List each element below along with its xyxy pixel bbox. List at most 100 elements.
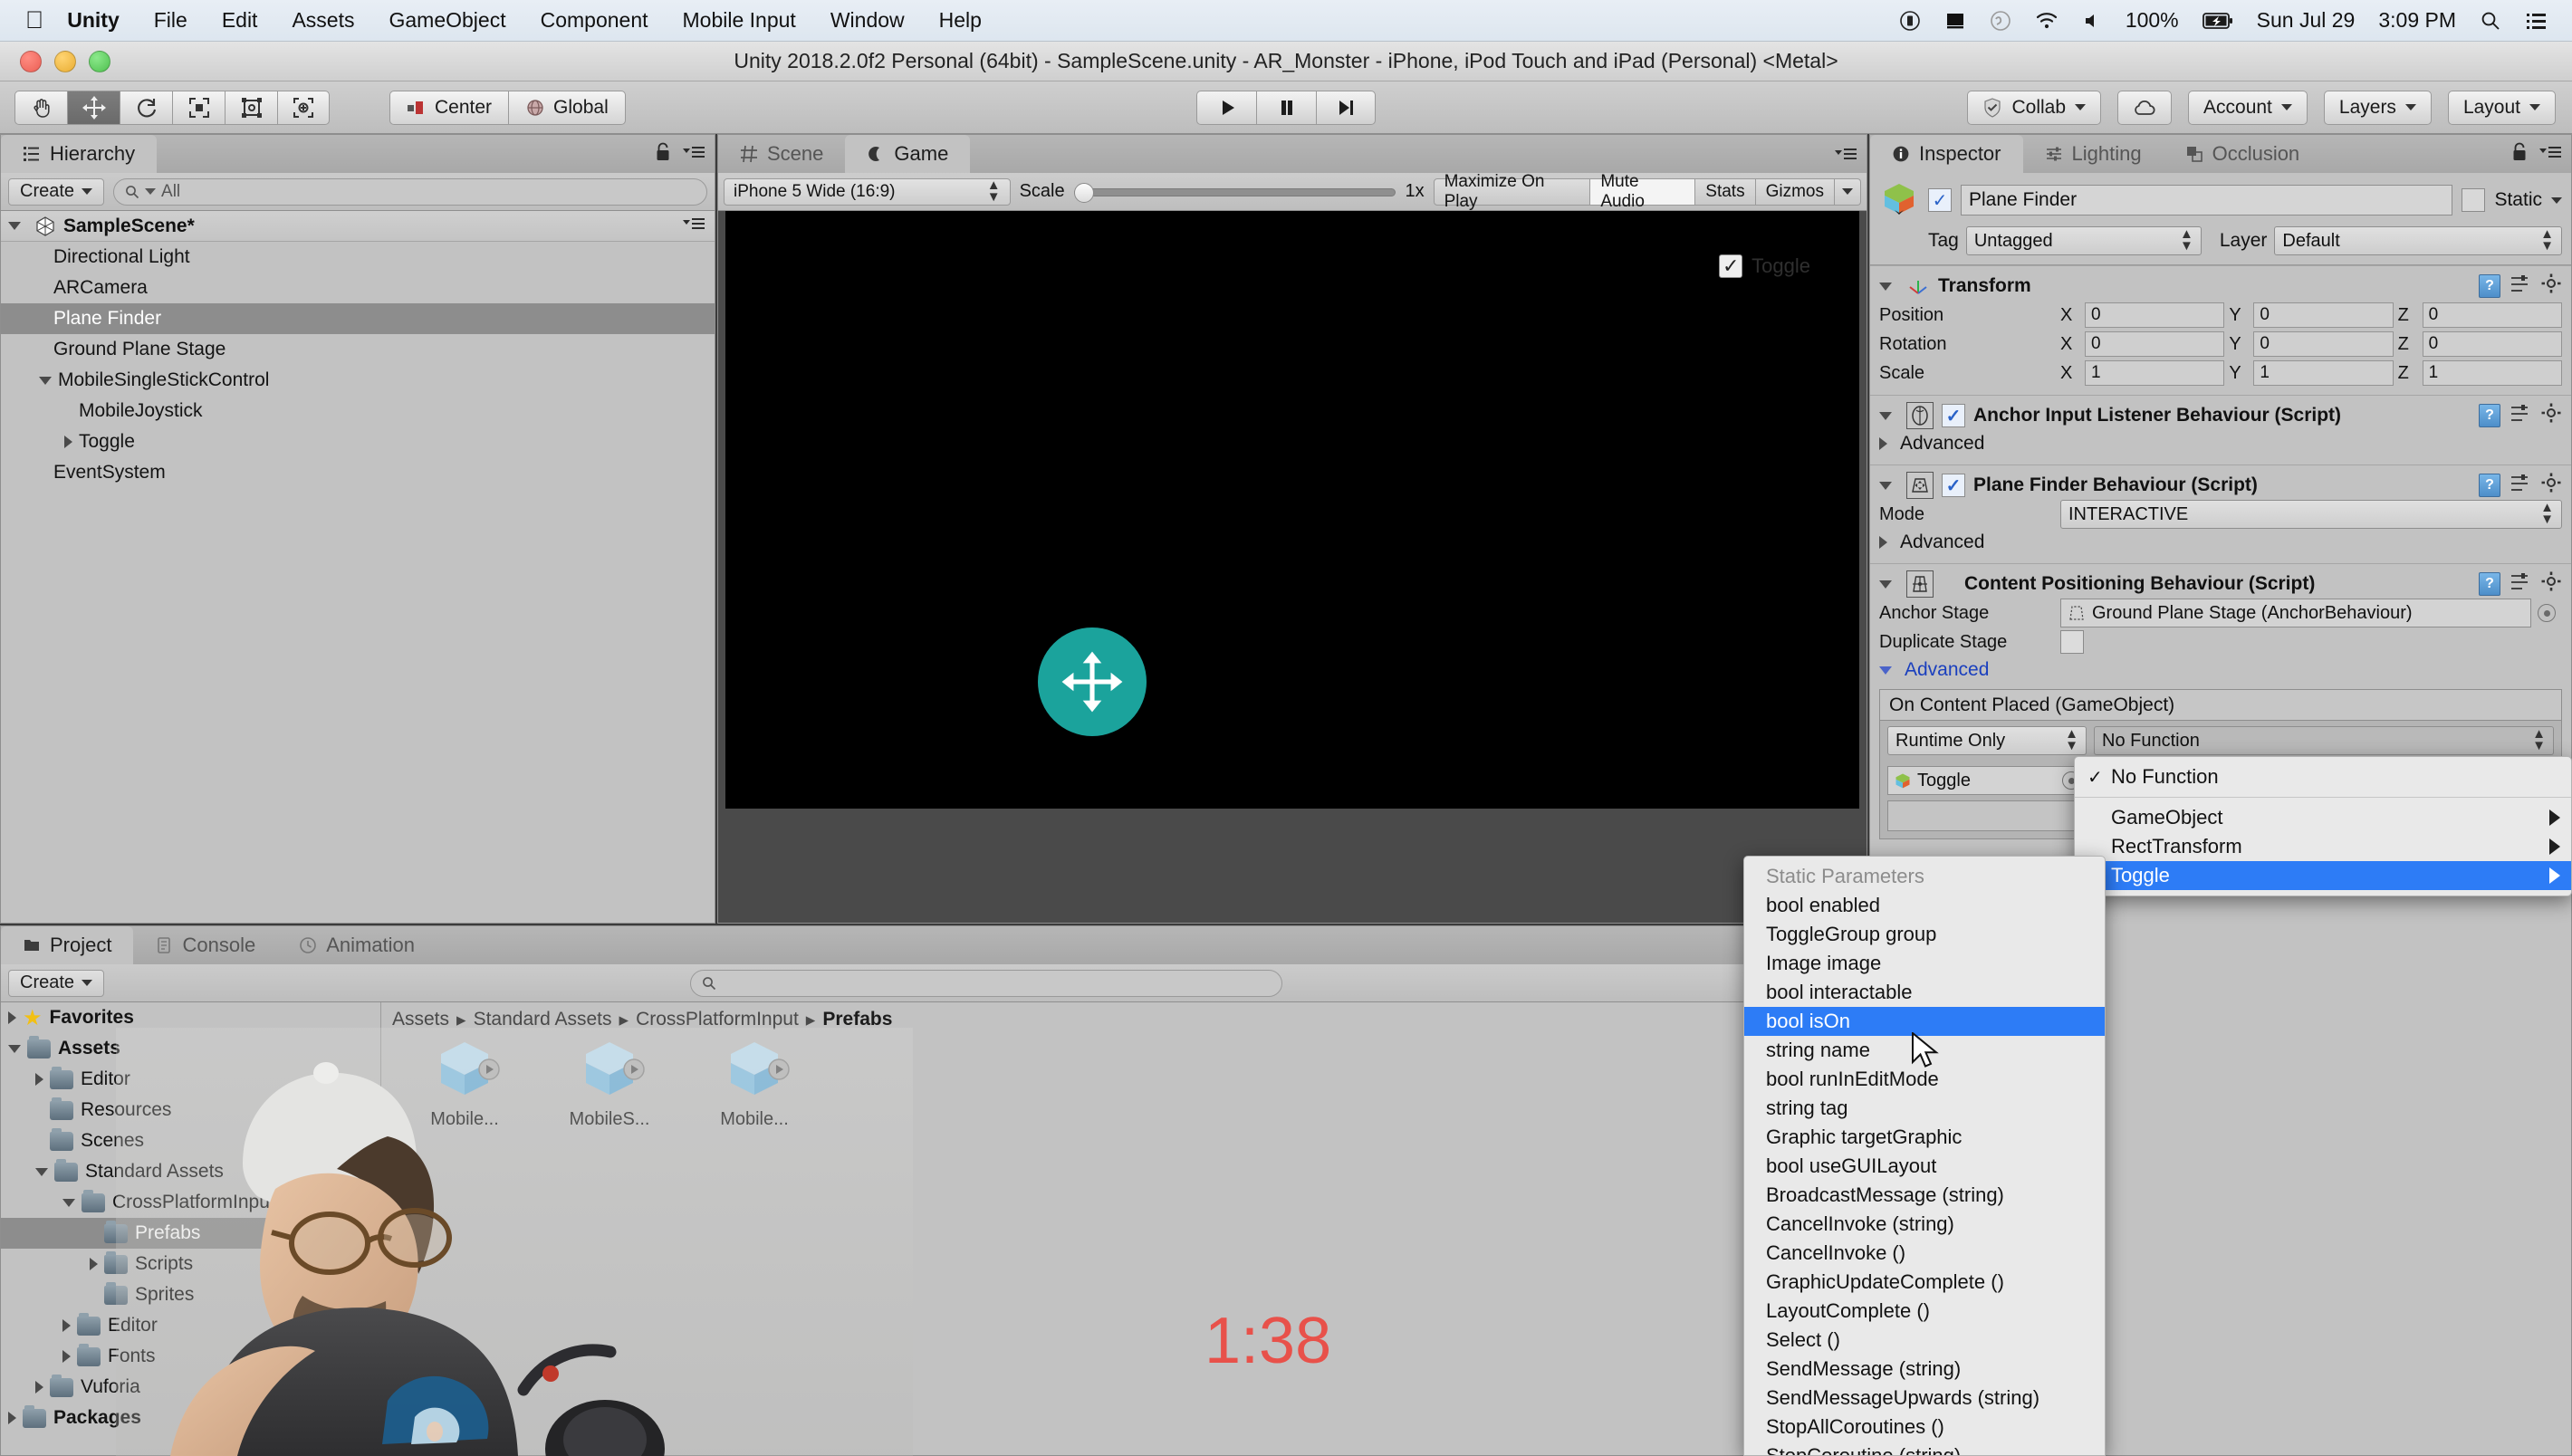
layer-dropdown[interactable]: Default ▲ ▼ — [2274, 226, 2562, 255]
menu-component[interactable]: Component — [541, 8, 648, 33]
help-icon[interactable]: ? — [2479, 572, 2500, 596]
rotate-tool-button[interactable] — [120, 90, 172, 125]
submenu-item-togglegroup-group[interactable]: ToggleGroup group — [1744, 920, 2105, 949]
volume-icon[interactable] — [2082, 11, 2102, 31]
account-button[interactable]: Account — [2188, 90, 2308, 125]
game-screen[interactable]: ✓ Toggle — [725, 211, 1859, 809]
project-folder-assets[interactable]: Assets — [1, 1033, 380, 1064]
hierarchy-item-plane-finder[interactable]: Plane Finder — [1, 303, 715, 334]
tab-hierarchy[interactable]: Hierarchy — [1, 135, 158, 173]
submenu-item-bool-useguilayout[interactable]: bool useGUILayout — [1744, 1152, 2105, 1181]
gear-icon[interactable] — [2540, 570, 2562, 598]
help-icon[interactable]: ? — [2479, 274, 2500, 298]
menu-assets[interactable]: Assets — [292, 8, 354, 33]
menu-item-gameobject[interactable]: GameObject — [2075, 803, 2571, 832]
menu-item-toggle[interactable]: Toggle — [2075, 861, 2571, 890]
menu-window[interactable]: Window — [830, 8, 905, 33]
tab-console[interactable]: Console — [133, 926, 277, 964]
submenu-item-stopallcoroutines[interactable]: StopAllCoroutines () — [1744, 1413, 2105, 1442]
project-create-button[interactable]: Create — [8, 969, 105, 997]
menu-mobile-input[interactable]: Mobile Input — [683, 8, 796, 33]
content-positioning-advanced[interactable]: Advanced — [1879, 656, 2562, 684]
tab-scene[interactable]: Scene — [718, 135, 845, 173]
rotation-y-input[interactable]: 0 — [2253, 331, 2394, 357]
menu-item-no-function[interactable]: ✓ No Function — [2075, 762, 2571, 791]
chevron-down-icon[interactable] — [35, 1167, 48, 1176]
breadcrumb-item[interactable]: Standard Assets — [474, 1009, 612, 1030]
chevron-right-icon[interactable] — [64, 436, 72, 448]
pause-button[interactable] — [1256, 90, 1316, 125]
apple-icon[interactable]:  — [25, 8, 43, 33]
help-icon[interactable]: ? — [2479, 404, 2500, 427]
preset-icon[interactable] — [2510, 570, 2531, 598]
tab-inspector[interactable]: Inspector — [1870, 135, 2023, 173]
gameobject-name-input[interactable]: Plane Finder — [1961, 185, 2453, 216]
submenu-item-string-tag[interactable]: string tag — [1744, 1094, 2105, 1123]
asset-item[interactable]: MobileS... — [559, 1037, 660, 1130]
breadcrumb-item[interactable]: Assets — [392, 1009, 449, 1030]
tab-lighting[interactable]: Lighting — [2023, 135, 2164, 173]
project-folder-fonts[interactable]: Fonts — [1, 1341, 380, 1372]
submenu-item-select[interactable]: Select () — [1744, 1326, 2105, 1355]
notification-center-icon[interactable] — [2525, 11, 2548, 31]
chevron-right-icon[interactable] — [62, 1319, 71, 1332]
layers-button[interactable]: Layers — [2323, 90, 2432, 125]
position-x-input[interactable]: 0 — [2085, 302, 2225, 328]
hierarchy-item-toggle[interactable]: Toggle — [1, 426, 715, 457]
submenu-item-cancelinvoke[interactable]: CancelInvoke () — [1744, 1239, 2105, 1268]
submenu-item-graphicupdatecomplete[interactable]: GraphicUpdateComplete () — [1744, 1268, 2105, 1297]
hierarchy-search-input[interactable]: All — [113, 177, 707, 206]
project-folder-scenes[interactable]: Scenes — [1, 1126, 380, 1156]
chevron-right-icon[interactable] — [8, 1412, 16, 1424]
scale-y-input[interactable]: 1 — [2253, 360, 2394, 386]
submenu-item-bool-enabled[interactable]: bool enabled — [1744, 891, 2105, 920]
spotlight-search-icon[interactable] — [2480, 10, 2501, 32]
chevron-down-icon[interactable] — [39, 376, 52, 385]
scene-menu-icon[interactable] — [682, 216, 705, 237]
wifi-icon[interactable] — [2035, 11, 2059, 31]
chevron-right-icon[interactable] — [90, 1258, 98, 1270]
tab-animation[interactable]: Animation — [277, 926, 437, 964]
project-folder-packages[interactable]: Packages — [1, 1403, 380, 1433]
preset-icon[interactable] — [2510, 273, 2531, 300]
tab-game[interactable]: Game — [845, 135, 971, 173]
preset-icon[interactable] — [2510, 402, 2531, 429]
project-folder-vuforia[interactable]: Vuforia — [1, 1372, 380, 1403]
submenu-item-image-image[interactable]: Image image — [1744, 949, 2105, 978]
submenu-item-sendmessage-string[interactable]: SendMessage (string) — [1744, 1355, 2105, 1384]
duplicate-stage-checkbox[interactable] — [2060, 630, 2084, 654]
layout-button[interactable]: Layout — [2447, 90, 2556, 125]
chevron-down-icon[interactable] — [8, 222, 21, 230]
hierarchy-item-ground-plane-stage[interactable]: Ground Plane Stage — [1, 334, 715, 365]
chevron-down-icon[interactable] — [1879, 411, 1892, 420]
chevron-right-icon[interactable] — [35, 1381, 43, 1394]
gear-icon[interactable] — [2540, 472, 2562, 499]
event-call-type-dropdown[interactable]: Runtime Only ▲ ▼ — [1887, 726, 2087, 755]
lock-icon[interactable] — [655, 142, 671, 167]
scale-z-input[interactable]: 1 — [2422, 360, 2562, 386]
chevron-right-icon[interactable] — [35, 1073, 43, 1086]
chevron-down-icon[interactable] — [1879, 580, 1892, 589]
chevron-down-icon[interactable] — [1879, 481, 1892, 490]
help-icon[interactable]: ? — [2479, 474, 2500, 497]
hierarchy-item-directional-light[interactable]: Directional Light — [1, 242, 715, 273]
position-z-input[interactable]: 0 — [2422, 302, 2562, 328]
menu-item-recttransform[interactable]: RectTransform — [2075, 832, 2571, 861]
scale-x-input[interactable]: 1 — [2085, 360, 2225, 386]
project-folder-resources[interactable]: Resources — [1, 1095, 380, 1126]
scale-tool-button[interactable] — [172, 90, 225, 125]
favorites-row[interactable]: ★ Favorites — [1, 1002, 380, 1033]
submenu-item-sendmessageupwards-string[interactable]: SendMessageUpwards (string) — [1744, 1384, 2105, 1413]
panel-menu-icon[interactable] — [1834, 146, 1857, 167]
scene-root-row[interactable]: SampleScene* — [1, 211, 715, 242]
chevron-right-icon[interactable] — [1879, 437, 1887, 450]
creative-cloud-icon[interactable] — [1990, 10, 2011, 32]
resolution-dropdown[interactable]: iPhone 5 Wide (16:9) ▲ ▼ — [724, 177, 1011, 206]
menu-edit[interactable]: Edit — [222, 8, 258, 33]
gameobject-enabled-checkbox[interactable]: ✓ — [1928, 188, 1952, 212]
tag-dropdown[interactable]: Untagged ▲ ▼ — [1965, 226, 2202, 255]
mobile-joystick[interactable] — [1038, 627, 1147, 736]
hierarchy-item-mobilesinglestickcontrol[interactable]: MobileSingleStickControl — [1, 365, 715, 396]
lock-icon[interactable] — [2511, 142, 2528, 167]
breadcrumb-item[interactable]: CrossPlatformInput — [636, 1009, 799, 1030]
